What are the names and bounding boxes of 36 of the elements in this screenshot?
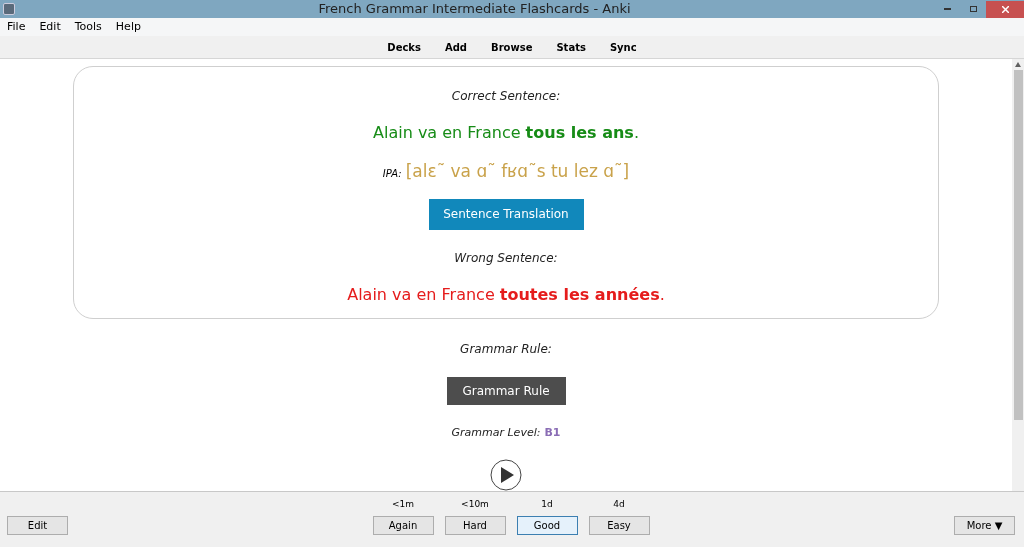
scroll-up-icon[interactable] (1015, 62, 1021, 67)
interval-label: <10m (461, 497, 489, 511)
correct-sentence: Alain va en France tous les ans. (373, 122, 639, 144)
edit-button[interactable]: Edit (7, 516, 68, 535)
app-icon (3, 3, 15, 15)
answer-button[interactable]: Hard (444, 516, 506, 535)
toolbar-link[interactable]: Sync (609, 39, 637, 55)
menu-item[interactable]: File (7, 18, 26, 36)
toolbar-link[interactable]: Add (444, 39, 467, 55)
answer-button[interactable]: Good (516, 516, 578, 535)
menu-item[interactable]: Help (115, 18, 141, 36)
more-button[interactable]: More ▼ (954, 516, 1015, 535)
translation-button[interactable]: Sentence Translation (428, 198, 584, 230)
interval-label: 4d (613, 497, 625, 511)
scrollbar[interactable] (1012, 59, 1024, 491)
grammar-rule-label: Grammar Rule: (460, 340, 552, 358)
window-title: French Grammar Intermediate Flashcards - Anki (317, 0, 632, 19)
ipa-transcription: [alɛ˜ va ɑ˜ fʁɑ˜s tu lez ɑ˜] (405, 160, 630, 183)
correct-sentence-label: Correct Sentence: (451, 88, 561, 105)
grammar-level-label: Grammar Level: (451, 424, 541, 441)
interval-label: 1d (541, 497, 553, 511)
toolbar-link[interactable]: Decks (387, 39, 421, 55)
wrong-sentence: Alain va en France toutes les années. (347, 283, 665, 306)
play-icon[interactable] (490, 459, 522, 491)
toolbar-link[interactable]: Browse (491, 39, 533, 55)
wrong-sentence-label: Wrong Sentence: (454, 249, 558, 267)
grammar-level-value: B1 (544, 424, 561, 441)
close-icon[interactable] (986, 0, 1024, 18)
answer-button[interactable]: Easy (588, 516, 650, 535)
menu-item[interactable]: Tools (74, 18, 102, 36)
menu-item[interactable]: Edit (39, 18, 61, 36)
ipa-label: IPA: (382, 167, 402, 181)
grammar-rule-button[interactable]: Grammar Rule (446, 376, 566, 405)
toolbar-link[interactable]: Stats (556, 39, 586, 55)
answer-button[interactable]: Again (372, 516, 434, 535)
interval-label: <1m (391, 497, 414, 511)
